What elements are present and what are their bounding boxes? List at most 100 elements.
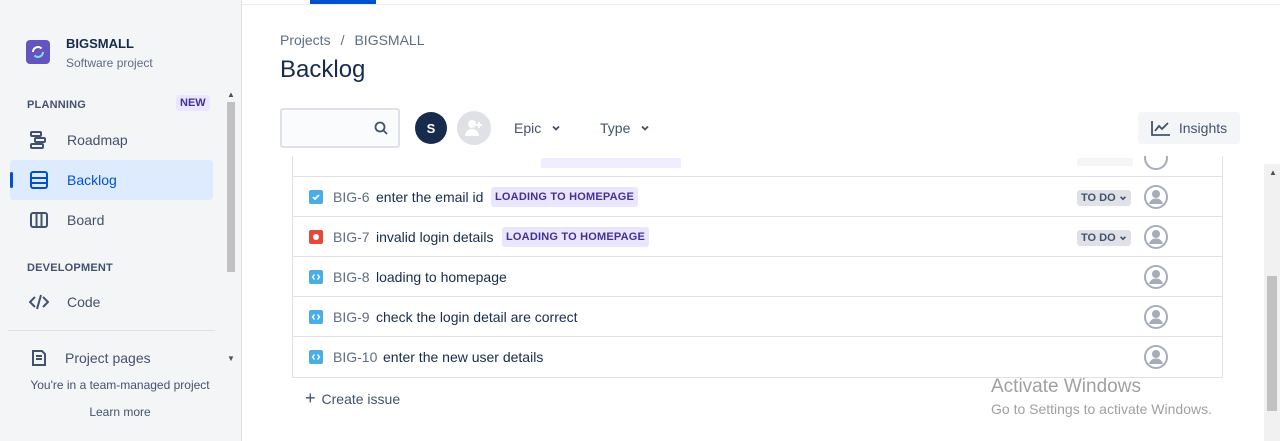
issue-row[interactable]: BIG-7 invalid login details LOADING TO H… — [293, 217, 1222, 257]
status-dropdown[interactable]: TO DO — [1077, 190, 1131, 206]
unassigned-avatar-icon[interactable] — [1144, 185, 1168, 209]
sidebar-item-backlog[interactable]: Backlog — [10, 160, 213, 200]
user-avatar-filter[interactable]: S — [415, 112, 447, 144]
sidebar-item-label: Backlog — [67, 172, 117, 188]
bug-icon — [309, 230, 323, 244]
create-issue-button[interactable]: + Create issue — [305, 388, 400, 409]
status-label: TO DO — [1081, 232, 1116, 244]
subtask-icon — [309, 270, 323, 284]
search-icon — [374, 121, 388, 140]
project-header[interactable]: BIGSMALL Software project — [26, 36, 153, 70]
issue-summary[interactable]: enter the email id — [376, 189, 483, 205]
subtask-icon — [309, 350, 323, 364]
project-logo-icon — [26, 40, 50, 64]
scrollbar-thumb[interactable] — [1267, 276, 1277, 411]
sidebar-divider — [8, 330, 215, 331]
planning-section-label: PLANNING — [27, 99, 87, 111]
unassigned-avatar-icon[interactable] — [1144, 345, 1168, 369]
watermark-subtitle: Go to Settings to activate Windows. — [991, 401, 1212, 417]
team-managed-note: You're in a team-managed project — [30, 378, 210, 392]
issue-key[interactable]: BIG-6 — [333, 189, 370, 205]
issue-row[interactable]: BIG-10 enter the new user details — [293, 337, 1222, 377]
issue-key[interactable]: BIG-9 — [333, 309, 370, 325]
issue-summary[interactable]: loading to homepage — [376, 269, 507, 285]
breadcrumb-separator: / — [340, 32, 345, 48]
status-dropdown[interactable]: TO DO — [1077, 230, 1131, 246]
breadcrumb-projects-link[interactable]: Projects — [280, 32, 331, 48]
subtask-icon — [309, 310, 323, 324]
search-field[interactable] — [280, 108, 400, 148]
scroll-up-icon[interactable]: ▲ — [227, 90, 235, 99]
development-section-label: DEVELOPMENT — [27, 262, 113, 274]
chevron-down-icon — [641, 125, 649, 131]
sidebar-item-label: Board — [67, 212, 105, 228]
issue-summary[interactable]: enter the new user details — [383, 349, 543, 365]
issue-key[interactable]: BIG-10 — [333, 349, 377, 365]
epic-lozenge[interactable]: LOADING TO HOMEPAGE — [491, 187, 639, 207]
add-people-button[interactable] — [457, 111, 491, 145]
search-input[interactable] — [282, 110, 372, 146]
scrollbar-thumb[interactable] — [227, 102, 235, 272]
project-name: BIGSMALL — [66, 36, 134, 51]
page-title: Backlog — [280, 56, 366, 83]
main-scrollbar[interactable]: ▲ — [1264, 164, 1280, 441]
top-divider — [242, 4, 1280, 5]
epic-lozenge-partial — [541, 158, 681, 168]
board-icon — [28, 209, 50, 231]
sidebar: BIGSMALL Software project PLANNING NEW R… — [0, 0, 242, 441]
sidebar-item-board[interactable]: Board — [10, 200, 213, 240]
issue-list: BIG-6 enter the email id LOADING TO HOME… — [292, 156, 1223, 378]
insights-label: Insights — [1178, 120, 1228, 136]
assignee-avatar-partial — [1144, 156, 1168, 170]
issue-row[interactable]: BIG-6 enter the email id LOADING TO HOME… — [293, 177, 1222, 217]
issue-key[interactable]: BIG-8 — [333, 269, 370, 285]
backlog-icon — [28, 169, 50, 191]
unassigned-avatar-icon[interactable] — [1144, 305, 1168, 329]
insights-button[interactable]: Insights — [1138, 112, 1240, 144]
project-type: Software project — [66, 56, 153, 70]
unassigned-avatar-icon[interactable] — [1144, 265, 1168, 289]
create-issue-label: Create issue — [321, 390, 401, 407]
epic-lozenge[interactable]: LOADING TO HOMEPAGE — [502, 227, 650, 247]
status-lozenge-partial — [1077, 158, 1133, 166]
watermark-title: Activate Windows — [991, 376, 1141, 397]
learn-more-label: Learn more — [89, 405, 151, 419]
scroll-up-icon[interactable]: ▲ — [1269, 168, 1277, 177]
type-filter-label: Type — [600, 120, 631, 136]
task-checkbox-icon — [309, 190, 323, 204]
epic-filter-dropdown[interactable]: Epic — [514, 114, 561, 142]
issue-row[interactable]: BIG-9 check the login detail are correct — [293, 297, 1222, 337]
new-badge: NEW — [176, 95, 210, 111]
add-person-icon — [465, 120, 482, 136]
sidebar-scrollbar[interactable]: ▲ ▼ — [224, 88, 238, 366]
plus-icon: + — [305, 388, 316, 408]
sidebar-item-project-pages[interactable]: Project pages — [10, 338, 213, 378]
status-label: TO DO — [1081, 192, 1116, 204]
sidebar-item-label: Code — [67, 294, 101, 310]
learn-more-link[interactable]: Learn more — [0, 405, 240, 419]
scroll-down-icon[interactable]: ▼ — [227, 354, 235, 363]
unassigned-avatar-icon[interactable] — [1144, 225, 1168, 249]
issue-row[interactable]: BIG-8 loading to homepage — [293, 257, 1222, 297]
type-filter-dropdown[interactable]: Type — [600, 114, 650, 142]
sidebar-item-code[interactable]: Code — [10, 282, 213, 322]
breadcrumb-project-link[interactable]: BIGSMALL — [354, 32, 424, 48]
sidebar-item-label: Project pages — [65, 350, 151, 366]
sidebar-item-label: Roadmap — [67, 132, 128, 148]
partially-visible-row — [293, 156, 1222, 177]
issue-summary[interactable]: check the login detail are correct — [376, 309, 578, 325]
epic-filter-label: Epic — [514, 120, 542, 136]
roadmap-icon — [28, 129, 50, 151]
breadcrumb: Projects / BIGSMALL — [280, 32, 425, 48]
insights-chart-icon — [1150, 121, 1170, 136]
active-nav-indicator — [10, 172, 13, 188]
chevron-down-icon — [1119, 196, 1126, 201]
chevron-down-icon — [552, 125, 560, 131]
code-icon — [28, 291, 50, 313]
chevron-down-icon — [1119, 236, 1126, 241]
issue-key[interactable]: BIG-7 — [333, 229, 370, 245]
sidebar-item-roadmap[interactable]: Roadmap — [10, 120, 213, 160]
project-pages-icon — [28, 347, 50, 369]
activate-windows-watermark: Activate Windows Go to Settings to activ… — [991, 376, 1212, 417]
issue-summary[interactable]: invalid login details — [376, 229, 494, 245]
